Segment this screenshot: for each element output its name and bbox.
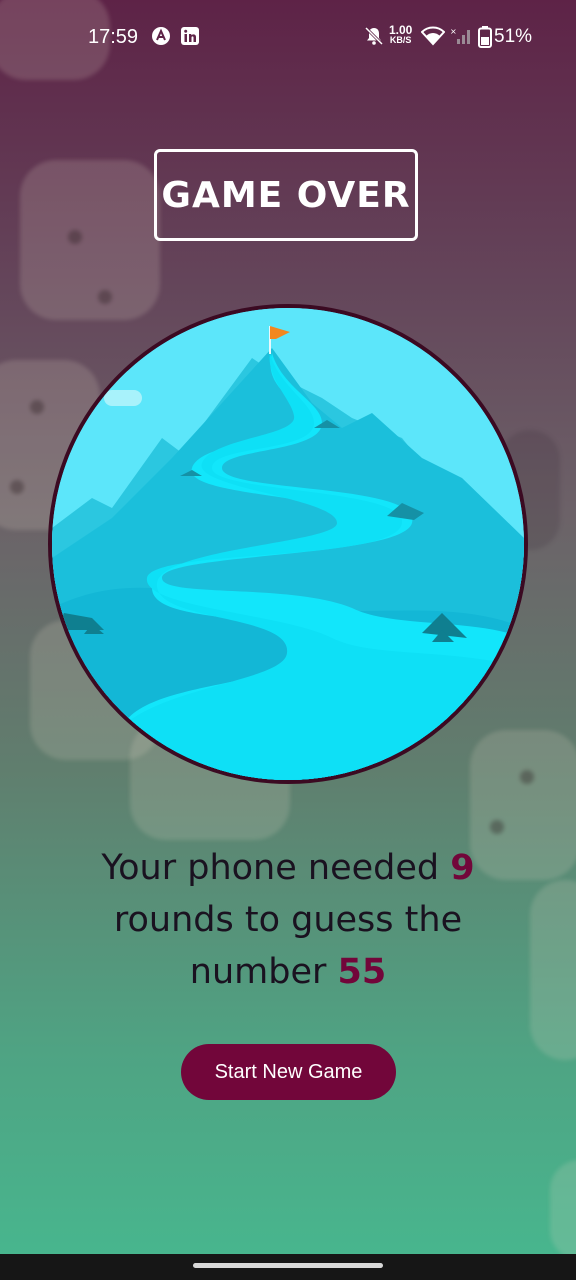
page-title: GAME OVER	[161, 174, 411, 216]
network-speed-value: 1.00	[389, 23, 413, 37]
rounds-count: 9	[450, 848, 475, 888]
battery-icon	[478, 26, 492, 48]
app-a-icon	[151, 26, 171, 46]
target-number: 55	[337, 952, 387, 992]
mute-icon	[364, 26, 384, 46]
start-new-game-button[interactable]: Start New Game	[181, 1044, 396, 1100]
die-decoration	[550, 1160, 576, 1260]
success-image	[48, 304, 528, 784]
summary-prefix: Your phone needed	[101, 848, 451, 888]
wifi-icon	[420, 26, 446, 46]
status-time: 17:59	[88, 26, 139, 48]
summary-text: Your phone needed 9 rounds to guess the …	[60, 842, 516, 998]
mountain-illustration	[52, 308, 524, 780]
linkedin-icon	[180, 26, 200, 46]
network-speed-unit: KB/S	[389, 35, 412, 45]
status-bar: 17:59 1.00 KB/S × 51%	[0, 0, 576, 76]
die-decoration	[20, 160, 160, 320]
signal-icon: ×	[450, 26, 474, 46]
home-indicator[interactable]	[193, 1263, 383, 1268]
network-speed: 1.00 KB/S	[389, 23, 413, 45]
svg-text:×: ×	[450, 27, 457, 36]
summary-middle: rounds to guess the number	[113, 900, 463, 992]
title-box: GAME OVER	[154, 149, 418, 241]
battery-percent: 51%	[494, 26, 533, 47]
die-decoration	[530, 880, 576, 1060]
